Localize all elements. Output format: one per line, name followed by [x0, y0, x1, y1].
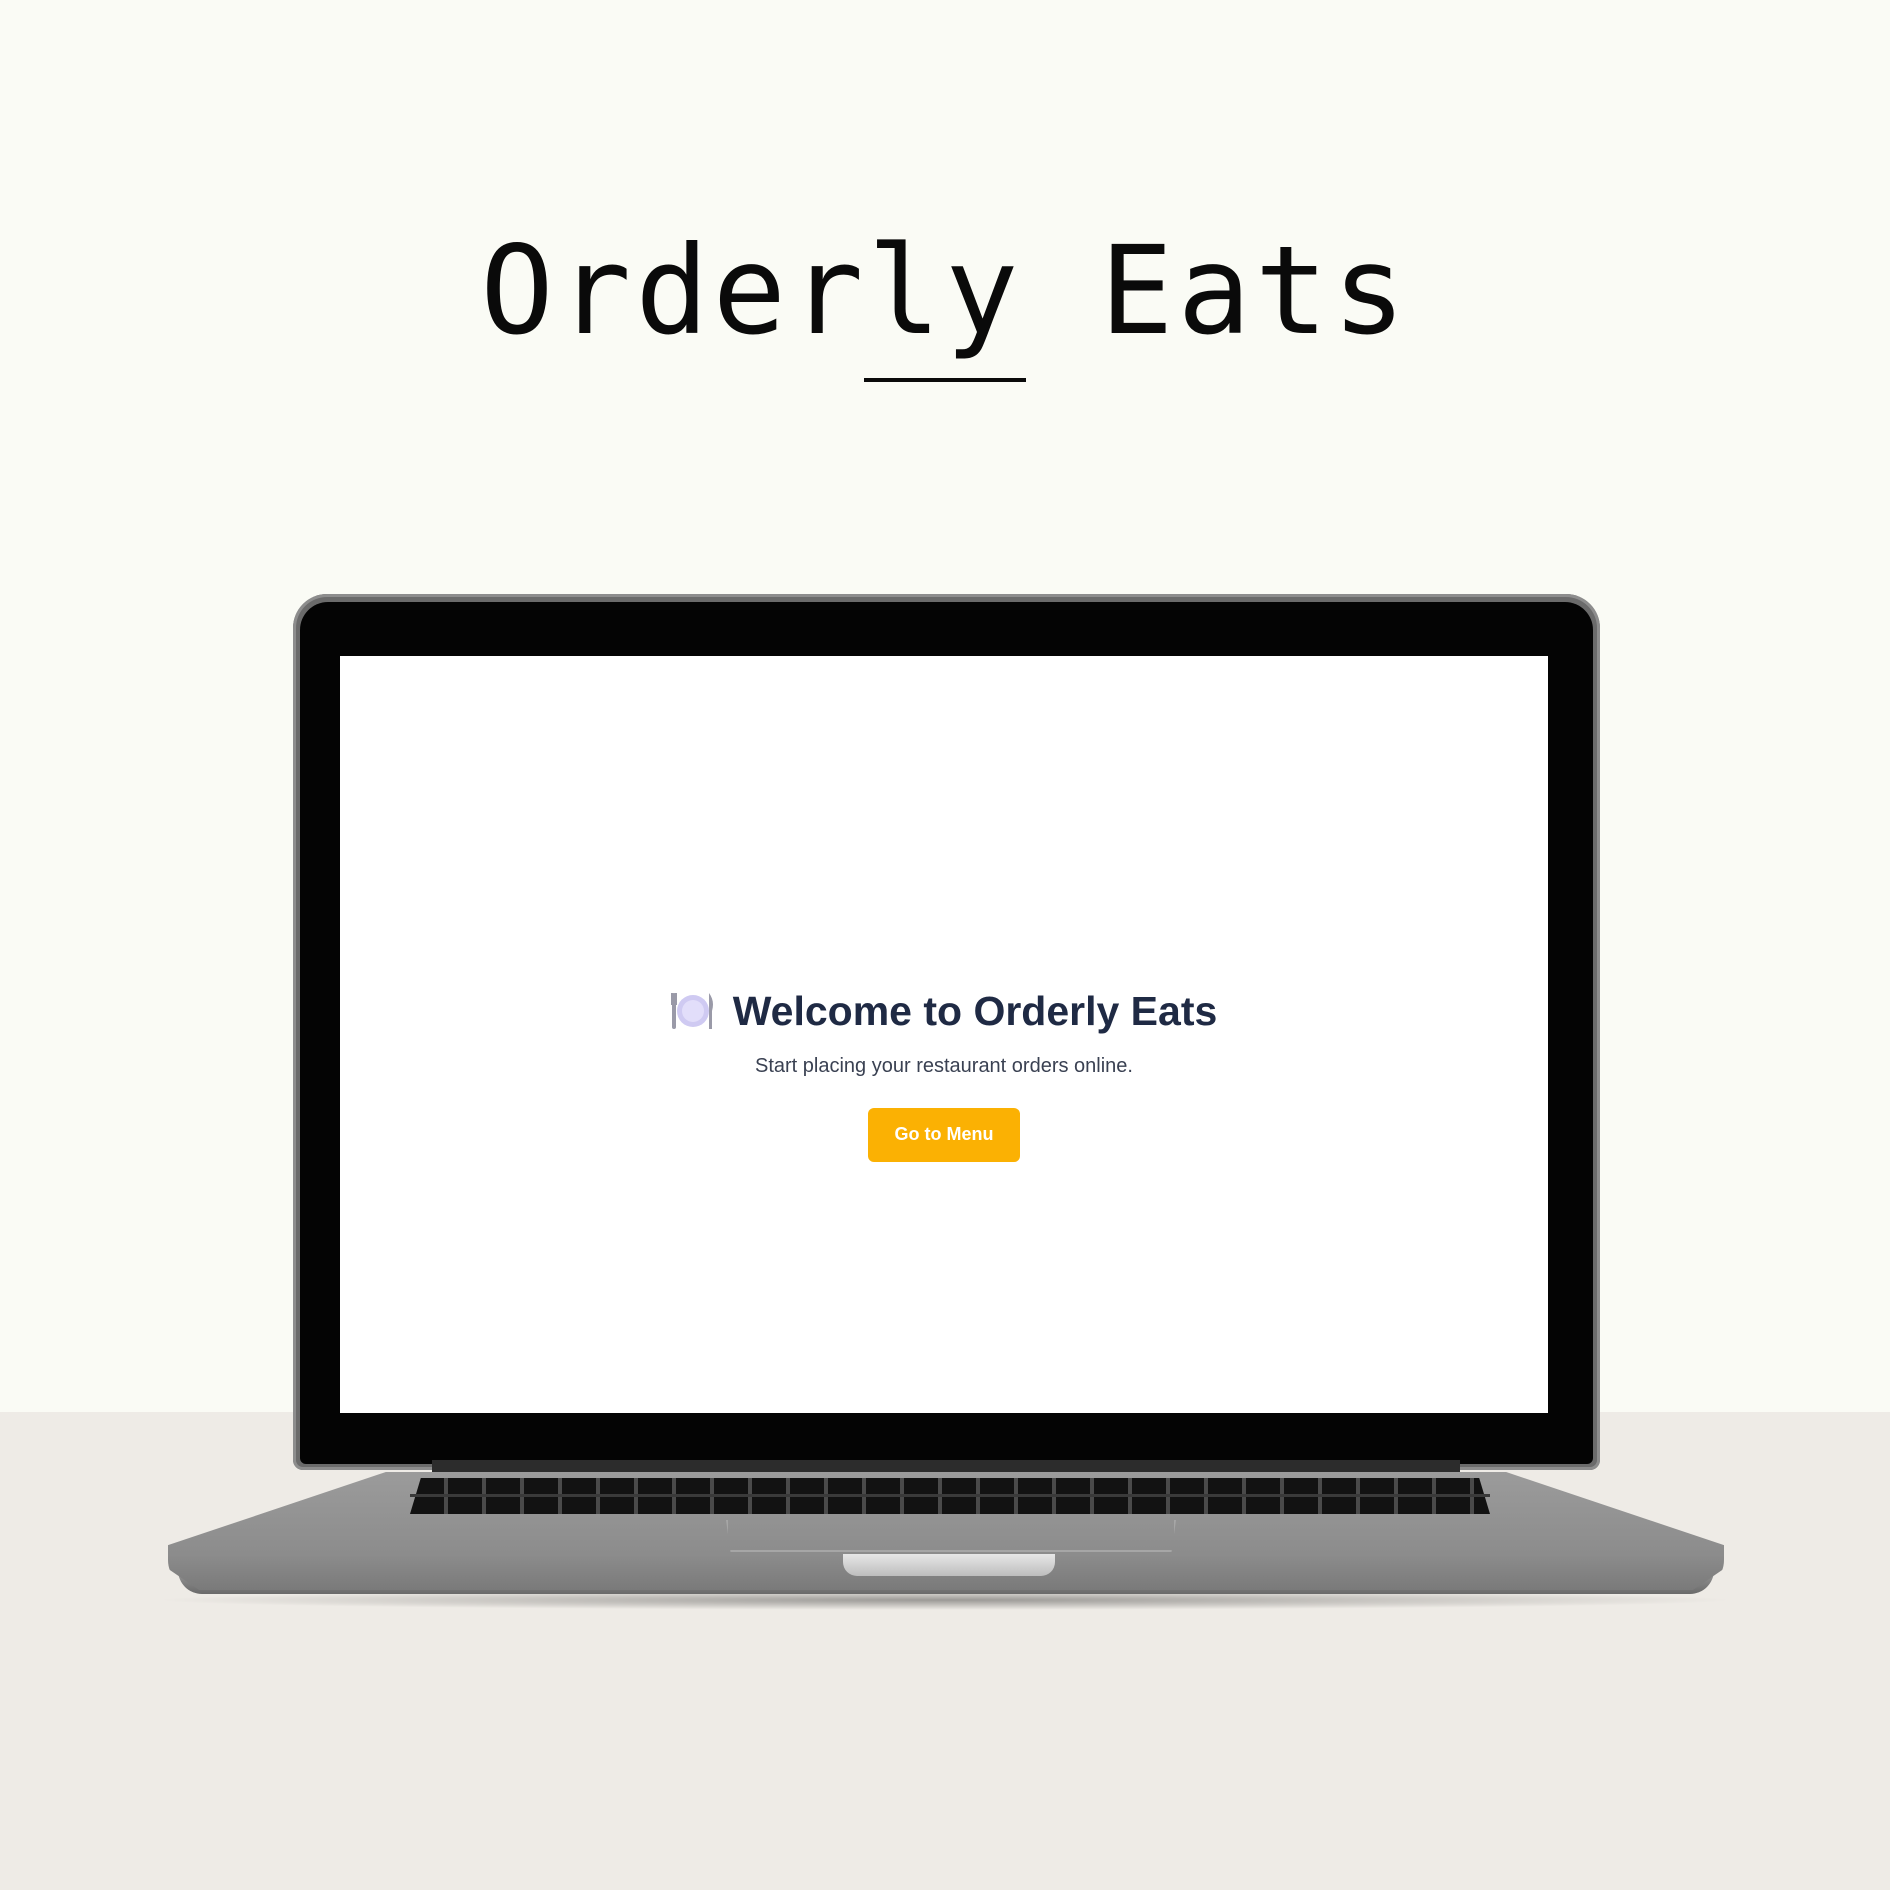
brand-wordmark: Orderly Eats — [480, 220, 1410, 362]
laptop-opening-notch — [843, 1554, 1055, 1576]
keyboard-row-divider — [410, 1494, 1490, 1497]
laptop-screen: Welcome to Orderly Eats Start placing yo… — [340, 656, 1548, 1413]
laptop-hinge — [432, 1460, 1460, 1474]
laptop-trackpad — [726, 1520, 1176, 1552]
welcome-header: Welcome to Orderly Eats — [670, 987, 1218, 1035]
brand-underline — [864, 378, 1026, 382]
go-to-menu-button[interactable]: Go to Menu — [867, 1107, 1020, 1162]
welcome-title: Welcome to Orderly Eats — [732, 987, 1218, 1034]
welcome-subtitle: Start placing your restaurant orders onl… — [755, 1054, 1133, 1077]
welcome-panel: Welcome to Orderly Eats Start placing yo… — [670, 987, 1218, 1162]
plate-fork-knife-icon — [670, 991, 715, 1031]
